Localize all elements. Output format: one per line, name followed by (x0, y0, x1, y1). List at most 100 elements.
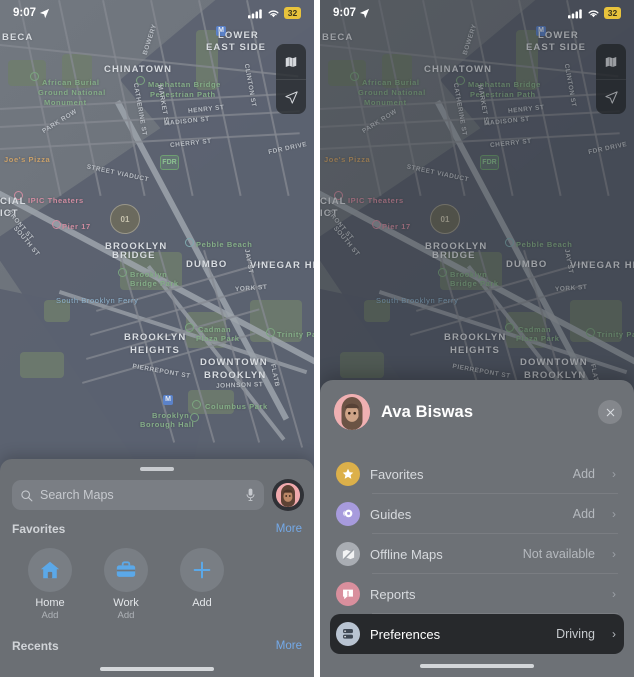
favorite-home[interactable]: Home Add (22, 548, 78, 621)
memoji-avatar-icon (334, 394, 370, 430)
bridge-marker-label: 01 (120, 214, 130, 224)
star-icon (336, 462, 360, 486)
menu-item-guides[interactable]: Guides Add › (330, 494, 624, 534)
profile-header: Ava Biswas (320, 380, 634, 430)
map-type-button[interactable] (276, 44, 306, 79)
favorite-work[interactable]: Work Add (98, 548, 154, 621)
favorite-icon-wrap (104, 548, 148, 592)
menu-item-offline-maps[interactable]: Offline Maps Not available › (330, 534, 624, 574)
menu-item-favorites[interactable]: Favorites Add › (330, 454, 624, 494)
highway-shield-label: FDR (162, 159, 177, 166)
screenshot-stage: 01 FDR M M BECA LOWER EAST SIDE CHINATOWN CI… (0, 0, 634, 677)
map-park (20, 352, 64, 378)
status-time: 9:07 (13, 7, 37, 19)
chevron-right-icon: › (612, 547, 616, 561)
favorite-home-label: Home (35, 597, 65, 609)
plus-icon (193, 561, 211, 579)
map-park (250, 300, 302, 342)
menu-item-label: Reports (370, 586, 416, 602)
subway-station-icon: M (163, 395, 173, 405)
wifi-icon (268, 10, 279, 17)
chevron-right-icon: › (612, 467, 616, 481)
phone-screen-left: 01 FDR M M BECA LOWER EAST SIDE CHINATOWN CI… (0, 0, 314, 677)
map-park (44, 300, 70, 322)
poi-marker[interactable] (190, 413, 199, 422)
favorites-title: Favorites (12, 522, 66, 536)
recents-title: Recents (12, 639, 59, 653)
briefcase-icon (116, 561, 136, 577)
menu-item-label: Preferences (370, 626, 441, 642)
navigation-arrow-icon (284, 90, 298, 104)
poi-marker[interactable] (185, 323, 194, 332)
home-indicator (420, 664, 534, 668)
recents-more-link[interactable]: More (276, 640, 302, 652)
poi-marker[interactable] (30, 72, 39, 81)
favorite-home-sub: Add (41, 610, 59, 621)
menu-item-label: Guides (370, 506, 412, 522)
menu-item-label: Favorites (370, 466, 424, 482)
menu-item-reports[interactable]: Reports › (330, 574, 624, 614)
guides-pin-icon (336, 502, 360, 526)
favorite-icon-wrap (180, 548, 224, 592)
profile-avatar-button[interactable] (272, 479, 304, 511)
poi-marker[interactable] (14, 191, 23, 200)
subway-station-icon: M (216, 26, 226, 36)
menu-item-value: Add (572, 467, 595, 481)
favorite-add-label: Add (192, 597, 212, 609)
cellular-bars-icon (568, 8, 582, 18)
map-book-icon (285, 56, 297, 67)
chevron-right-icon: › (612, 507, 616, 521)
favorite-icon-wrap (28, 548, 72, 592)
status-time: 9:07 (333, 7, 357, 19)
microphone-icon[interactable] (245, 488, 256, 502)
wifi-icon (588, 10, 599, 17)
poi-marker[interactable] (266, 328, 275, 337)
home-indicator (100, 667, 214, 671)
favorite-add[interactable]: Add (174, 548, 230, 621)
poi-marker[interactable] (52, 220, 61, 229)
bridge-marker[interactable]: 01 (110, 204, 140, 234)
close-button[interactable] (598, 400, 622, 424)
location-arrow-icon (359, 8, 370, 18)
battery-indicator: 32 (604, 7, 621, 19)
menu-item-value: Not available (522, 547, 595, 561)
maps-bottom-sheet[interactable]: Search Maps Favorites More Home Add Work… (0, 459, 314, 677)
favorites-shortcuts: Home Add Work Add Add (0, 542, 314, 625)
poi-marker[interactable] (118, 268, 127, 277)
report-bubble-icon (336, 582, 360, 606)
battery-indicator: 32 (284, 7, 301, 19)
location-arrow-icon (39, 8, 50, 18)
menu-item-label: Offline Maps (370, 546, 443, 562)
home-icon (40, 561, 60, 579)
highway-shield-icon: FDR (160, 155, 179, 170)
recents-section-header: Recents More (0, 625, 314, 659)
status-bar-right: 9:07 32 (320, 0, 634, 26)
favorites-more-link[interactable]: More (276, 523, 302, 535)
menu-item-value: Add (572, 507, 595, 521)
profile-menu: Favorites Add › Guides Add › Offline Maps Not a… (320, 454, 634, 654)
offline-maps-icon (336, 542, 360, 566)
search-row: Search Maps (0, 479, 314, 511)
favorite-work-sub: Add (117, 610, 135, 621)
map-park (8, 60, 46, 86)
chevron-right-icon: › (612, 627, 616, 641)
avatar[interactable] (334, 394, 370, 430)
sheet-grabber[interactable] (140, 467, 174, 471)
phone-screen-right: 01 FDR M BECA LOWER EAST SIDE CHINATOWN CIAL… (320, 0, 634, 677)
avatar (276, 483, 300, 507)
poi-marker[interactable] (192, 400, 201, 409)
chevron-right-icon: › (612, 587, 616, 601)
poi-marker[interactable] (136, 76, 145, 85)
map-controls (276, 44, 306, 114)
favorite-work-label: Work (113, 597, 139, 609)
search-icon (21, 489, 33, 501)
profile-sheet[interactable]: Ava Biswas Favorites Add › Guides Add › Offlin… (320, 380, 634, 677)
poi-marker[interactable] (185, 238, 194, 247)
status-bar-left: 9:07 32 (0, 0, 314, 26)
menu-item-value: Driving (556, 627, 595, 641)
menu-item-preferences[interactable]: Preferences Driving › (330, 614, 624, 654)
profile-name: Ava Biswas (381, 402, 474, 421)
locate-me-button[interactable] (276, 79, 306, 114)
memoji-avatar-icon (276, 483, 300, 507)
search-input[interactable]: Search Maps (12, 480, 264, 510)
